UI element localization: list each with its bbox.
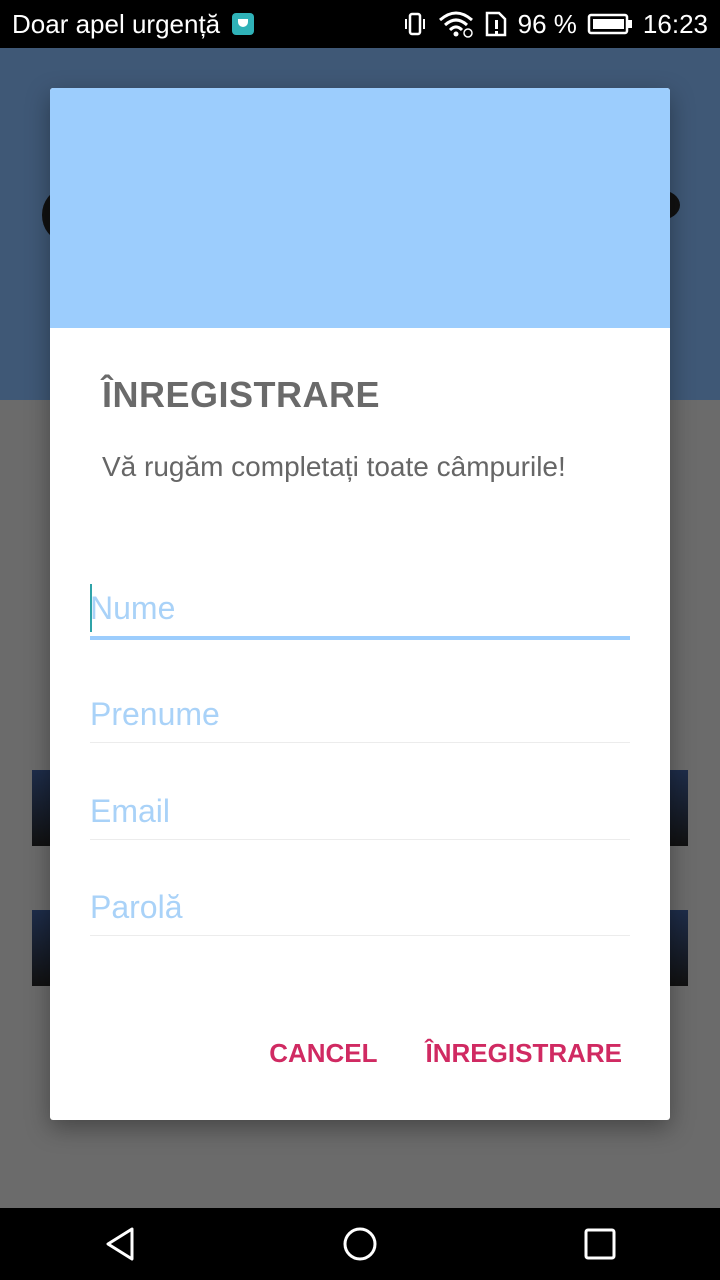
nume-field[interactable]	[90, 580, 630, 640]
dialog-actions: CANCEL ÎNREGISTRARE	[269, 1038, 622, 1069]
status-right: 96 % 16:23	[402, 9, 720, 40]
prenume-input[interactable]	[90, 686, 630, 742]
battery-icon	[587, 12, 633, 36]
dialog-message: Vă rugăm completați toate câmpurile!	[102, 451, 566, 482]
wifi-icon	[438, 10, 474, 38]
sim-card-icon	[232, 13, 255, 35]
status-bar: Doar apel urgență 96 % 16:23	[0, 0, 720, 48]
prenume-field[interactable]	[90, 686, 630, 743]
dialog-banner	[50, 88, 670, 328]
parola-field[interactable]	[90, 879, 630, 936]
recents-icon[interactable]	[560, 1208, 640, 1280]
back-icon[interactable]	[80, 1208, 160, 1280]
battery-percent: 96 %	[517, 8, 577, 39]
dialog-title: ÎNREGISTRARE	[102, 374, 381, 415]
nume-input[interactable]	[90, 580, 630, 636]
email-input[interactable]	[90, 783, 630, 839]
email-field[interactable]	[90, 783, 630, 840]
sim-alert-icon	[484, 10, 508, 38]
register-button[interactable]: ÎNREGISTRARE	[426, 1038, 622, 1069]
vibrate-icon	[402, 11, 428, 37]
carrier-text: Doar apel urgență	[12, 8, 221, 39]
clock: 16:23	[642, 8, 708, 39]
password-input[interactable]	[90, 879, 630, 935]
cancel-button[interactable]: CANCEL	[269, 1038, 377, 1069]
register-dialog: ÎNREGISTRARE Vă rugăm completați toate c…	[50, 88, 670, 1120]
home-icon[interactable]	[320, 1208, 400, 1280]
navigation-bar	[0, 1208, 720, 1280]
screen: Doar apel urgență 96 % 16:23 ÎNREGISTRAR…	[0, 0, 720, 1280]
status-left: Doar apel urgență	[0, 8, 255, 40]
